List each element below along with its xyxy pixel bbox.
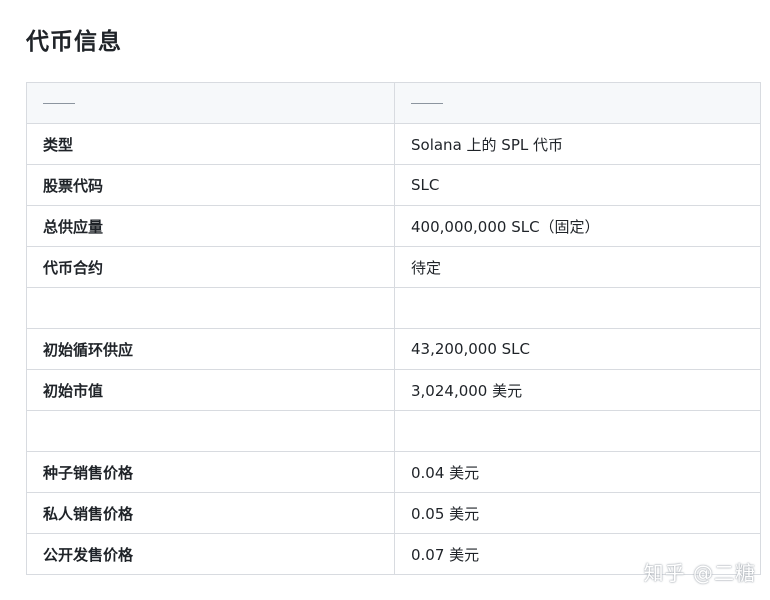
row-label: 代币合约 xyxy=(26,246,395,288)
table-row: 代币合约 待定 xyxy=(26,246,761,288)
table-row xyxy=(26,287,761,329)
row-label xyxy=(26,287,395,329)
row-label: 初始循环供应 xyxy=(26,328,395,370)
table-row: 初始市值 3,024,000 美元 xyxy=(26,369,761,411)
row-value: SLC xyxy=(394,164,761,206)
row-value: 400,000,000 SLC（固定） xyxy=(394,205,761,247)
row-label xyxy=(26,410,395,452)
row-label: 初始市值 xyxy=(26,369,395,411)
row-label: 私人销售价格 xyxy=(26,492,395,534)
header-cell-2 xyxy=(394,82,761,124)
row-value: Solana 上的 SPL 代币 xyxy=(394,123,761,165)
header-dash-2 xyxy=(411,103,443,104)
row-label: 股票代码 xyxy=(26,164,395,206)
row-label: 类型 xyxy=(26,123,395,165)
token-info-table: 类型 Solana 上的 SPL 代币 股票代码 SLC 总供应量 400,000,000… xyxy=(26,82,761,575)
row-value: 43,200,000 SLC xyxy=(394,328,761,370)
watermark: 知乎 @二糖 xyxy=(643,561,756,585)
row-value xyxy=(394,410,761,452)
table-row: 初始循环供应 43,200,000 SLC xyxy=(26,328,761,370)
page-title: 代币信息 xyxy=(26,29,122,55)
row-label: 公开发售价格 xyxy=(26,533,395,575)
row-value: 3,024,000 美元 xyxy=(394,369,761,411)
row-value: 待定 xyxy=(394,246,761,288)
row-value: 0.04 美元 xyxy=(394,451,761,493)
row-value xyxy=(394,287,761,329)
header-dash-1 xyxy=(43,103,75,104)
table-row xyxy=(26,410,761,452)
table-row: 类型 Solana 上的 SPL 代币 xyxy=(26,123,761,165)
row-label: 种子销售价格 xyxy=(26,451,395,493)
table-row: 私人销售价格 0.05 美元 xyxy=(26,492,761,534)
header-cell-1 xyxy=(26,82,395,124)
table-header-row xyxy=(26,82,761,124)
row-value: 0.05 美元 xyxy=(394,492,761,534)
table-row: 股票代码 SLC xyxy=(26,164,761,206)
row-label: 总供应量 xyxy=(26,205,395,247)
table-row: 种子销售价格 0.04 美元 xyxy=(26,451,761,493)
table-row: 总供应量 400,000,000 SLC（固定） xyxy=(26,205,761,247)
